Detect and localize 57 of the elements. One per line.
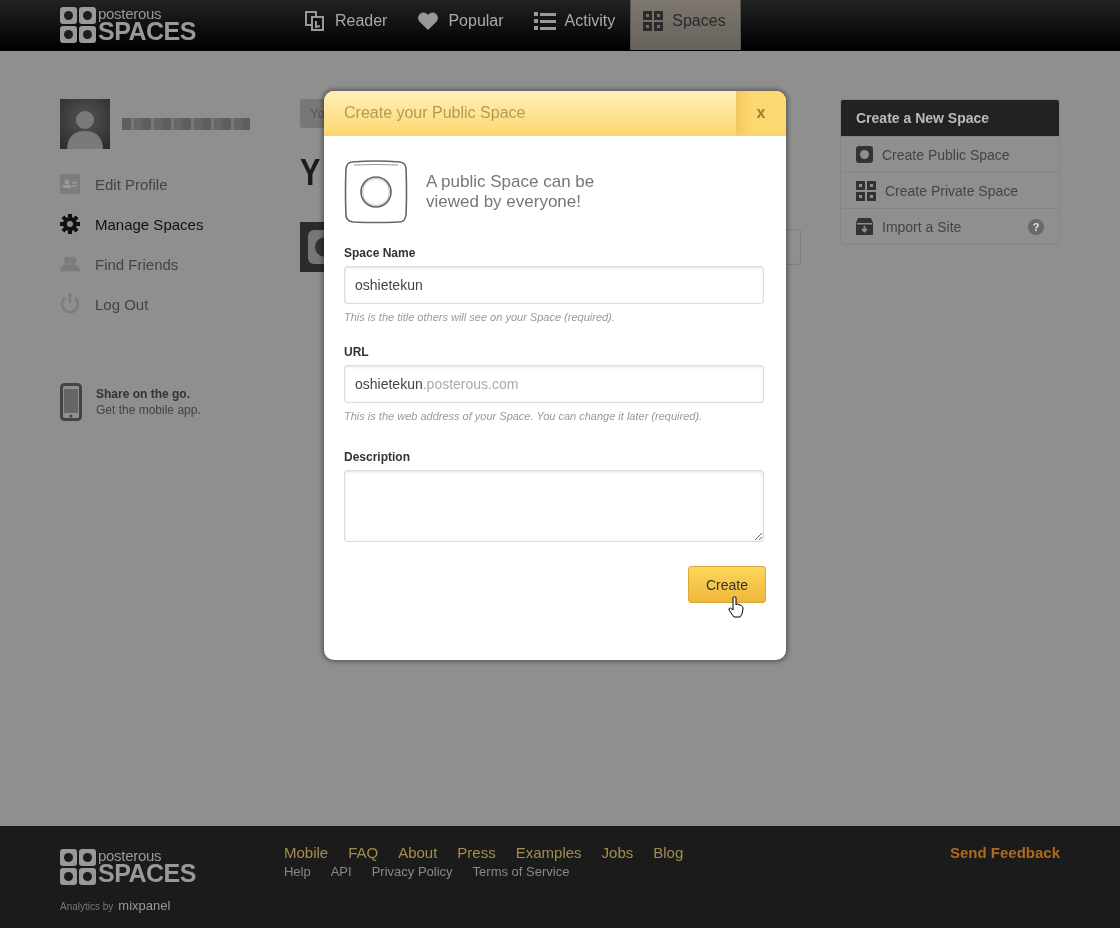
footer-link[interactable]: Examples	[515, 844, 582, 861]
nav-tab[interactable]: Activity	[533, 0, 631, 50]
contact-card-icon	[60, 174, 80, 194]
analytics-brand[interactable]: mixpanel	[118, 898, 171, 913]
footer-link[interactable]: Jobs	[601, 844, 634, 861]
help-icon[interactable]: ?	[1028, 218, 1044, 235]
page-heading: Y	[300, 152, 321, 194]
sidebar-item[interactable]: Find Friends	[60, 253, 300, 275]
grid-icon	[643, 11, 664, 31]
field-label: Space Name	[344, 246, 417, 260]
footer-link[interactable]: Help	[283, 864, 311, 879]
sidebar-item[interactable]: Log Out	[60, 293, 300, 315]
footer-logo[interactable]: posterous SPACES	[60, 842, 196, 892]
analytics-label: Analytics by	[60, 901, 114, 912]
create-button[interactable]: Create	[688, 566, 766, 603]
create-space-option[interactable]: Create Private Space	[841, 172, 1059, 208]
field-label: URL	[344, 345, 370, 359]
public-space-icon	[856, 146, 873, 163]
space-name-field[interactable]: oshietekun	[344, 266, 764, 304]
field-label: Description	[344, 450, 411, 464]
mobile-promo-title: Share on the go.	[96, 387, 191, 401]
field-hint: This is the web address of your Space. You can change it later (required).	[344, 410, 704, 422]
url-field[interactable]: oshietekun.posterous.com	[344, 365, 764, 403]
create-space-option[interactable]: Import a Site ?	[841, 208, 1059, 244]
dialog-intro: A public Space can be viewed by everyone!	[426, 171, 596, 213]
panel-title: Create a New Space	[841, 100, 1059, 136]
site-logo[interactable]: posterous SPACES	[60, 0, 196, 50]
heart-icon	[417, 11, 440, 31]
phone-icon	[60, 383, 82, 421]
footer-link[interactable]: Blog	[653, 844, 684, 861]
list-icon	[533, 11, 556, 31]
footer-link[interactable]: Terms of Service	[472, 864, 570, 879]
dialog-title: Create your Public Space	[344, 104, 527, 122]
footer-link[interactable]: API	[330, 864, 352, 879]
nav-tab[interactable]: Spaces	[630, 0, 741, 50]
description-field[interactable]	[344, 470, 764, 542]
public-space-icon	[344, 160, 408, 224]
mobile-app-link[interactable]: Get the mobile app.	[96, 403, 201, 417]
feedback-link[interactable]: Send Feedback	[949, 844, 1060, 861]
grid-icon	[856, 180, 876, 201]
import-box-icon	[856, 218, 873, 235]
document-icon	[303, 10, 326, 32]
nav-tab[interactable]: Reader	[303, 0, 403, 50]
field-hint: This is the title others will see on your Space (required).	[344, 311, 616, 323]
footer-link[interactable]: FAQ	[348, 844, 379, 861]
avatar	[60, 99, 110, 149]
footer-link[interactable]: Mobile	[283, 844, 329, 861]
nav-tab[interactable]: Popular	[417, 0, 519, 50]
footer-link[interactable]: Privacy Policy	[371, 864, 453, 879]
sidebar-item[interactable]: Edit Profile	[60, 173, 300, 195]
close-button[interactable]: x	[736, 91, 786, 135]
footer-link[interactable]: Press	[457, 844, 496, 861]
create-space-option[interactable]: Create Public Space	[841, 136, 1059, 172]
footer-link[interactable]: About	[398, 844, 438, 861]
hand-cursor-icon	[728, 596, 744, 618]
gear-icon	[60, 214, 80, 234]
sidebar-item[interactable]: Manage Spaces	[60, 213, 300, 235]
